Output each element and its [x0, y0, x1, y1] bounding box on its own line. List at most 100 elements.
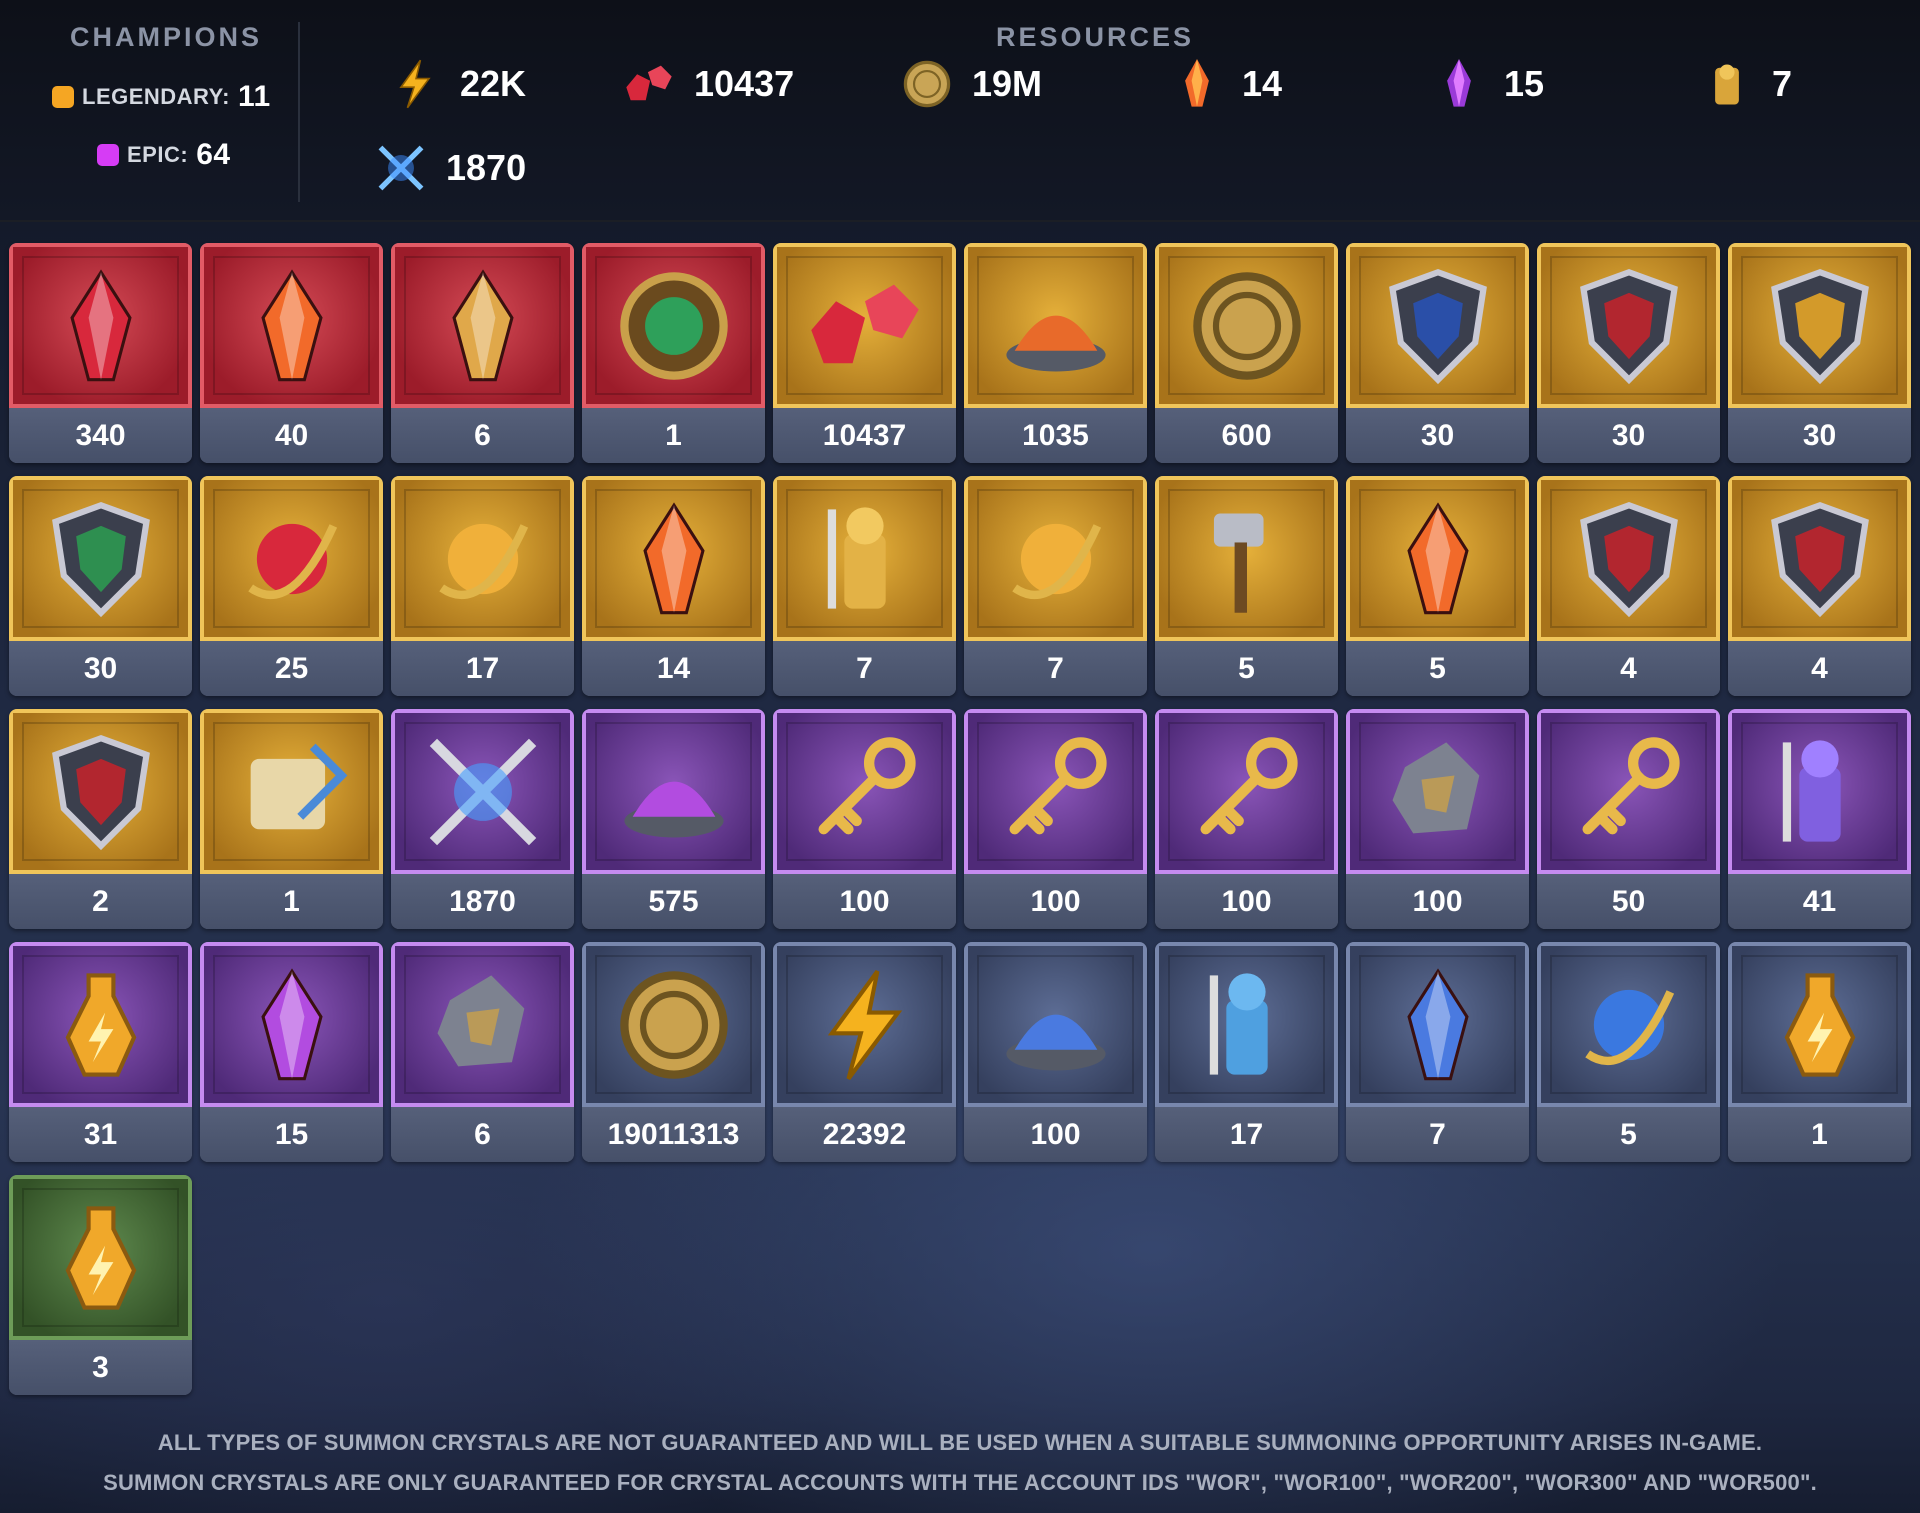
tile-count: 1 — [200, 874, 383, 929]
tile-artwork — [1537, 476, 1720, 641]
tile-count: 340 — [9, 408, 192, 463]
inventory-tile: 17 — [1155, 942, 1338, 1162]
tile-artwork — [391, 942, 574, 1107]
tile-count: 17 — [391, 641, 574, 696]
tile-artwork — [391, 476, 574, 641]
inventory-tile: 7 — [964, 476, 1147, 696]
blue-dust-icon — [1005, 1014, 1106, 1070]
tile-count: 41 — [1728, 874, 1911, 929]
tile-artwork — [773, 942, 956, 1107]
rune-stone-icon — [437, 974, 524, 1066]
purple-knight-icon — [1782, 739, 1841, 842]
header-divider — [298, 22, 300, 202]
tile-count: 30 — [9, 641, 192, 696]
sword-crest-icon — [51, 734, 150, 850]
epic-count-row: EPIC: 64 — [97, 138, 231, 172]
inventory-tile: 4 — [1537, 476, 1720, 696]
tile-artwork — [9, 243, 192, 408]
tile-artwork — [1155, 709, 1338, 874]
tile-count: 4 — [1728, 641, 1911, 696]
resource-arena-token-value: 1870 — [446, 147, 527, 188]
tile-count: 14 — [582, 641, 765, 696]
inventory-tile: 575 — [582, 709, 765, 929]
tile-artwork — [1346, 942, 1529, 1107]
gems-icon — [810, 284, 919, 363]
tile-artwork — [964, 476, 1147, 641]
blue-gem-ornament-icon — [1584, 989, 1674, 1065]
resource-silver-value: 19M — [972, 63, 1043, 104]
inventory-tile: 5 — [1155, 476, 1338, 696]
inventory-tile: 1870 — [391, 709, 574, 929]
triangle-key-icon — [1009, 736, 1107, 834]
inventory-tile: 1 — [1728, 942, 1911, 1162]
dust-pile-icon — [1005, 315, 1106, 371]
tile-count: 31 — [9, 1107, 192, 1162]
inventory-tile: 3 — [9, 1175, 192, 1395]
tile-artwork — [1728, 942, 1911, 1107]
tile-count: 50 — [1537, 874, 1720, 929]
inventory-tile: 7 — [1346, 942, 1529, 1162]
inventory-tile: 41 — [1728, 709, 1911, 929]
inventory-tile: 2 — [9, 709, 192, 929]
disclaimer-line-1: ALL TYPES OF SUMMON CRYSTALS ARE NOT GUA… — [157, 1430, 1763, 1455]
resource-gems-value: 10437 — [694, 63, 795, 104]
inventory-tile: 19011313 — [582, 942, 765, 1162]
inventory-tile: 50 — [1537, 709, 1720, 929]
inventory-tile: 10437 — [773, 243, 956, 463]
tile-artwork — [1728, 243, 1911, 408]
inventory-tile: 100 — [1346, 709, 1529, 929]
tile-count: 100 — [773, 874, 956, 929]
ore-chunk-icon — [1392, 741, 1479, 833]
tile-count: 6 — [391, 408, 574, 463]
tile-artwork — [9, 942, 192, 1107]
resource-energy: 22K — [388, 56, 526, 112]
chameleon-token-icon — [619, 271, 728, 380]
tile-count: 10437 — [773, 408, 956, 463]
resource-silver: 19M — [900, 56, 1042, 112]
tile-artwork — [1346, 476, 1529, 641]
tile-count: 40 — [200, 408, 383, 463]
sacred-shard-icon — [1185, 59, 1209, 107]
blue-crystal-icon — [1406, 967, 1469, 1080]
ruby-key-icon — [1582, 736, 1680, 834]
tile-artwork — [200, 476, 383, 641]
tile-count: 600 — [1155, 408, 1338, 463]
circle-key-icon — [1200, 736, 1298, 834]
tile-artwork — [200, 942, 383, 1107]
tile-artwork — [1346, 709, 1529, 874]
legendary-count-row: LEGENDARY: 11 — [52, 80, 271, 114]
tile-artwork — [582, 476, 765, 641]
disclaimer-line-2: SUMMON CRYSTALS ARE ONLY GUARANTEED FOR … — [103, 1470, 1817, 1495]
inventory-tile: 100 — [773, 709, 956, 929]
tile-count: 15 — [200, 1107, 383, 1162]
inventory-tile: 15 — [200, 942, 383, 1162]
tile-artwork — [582, 942, 765, 1107]
inventory-tile: 31 — [9, 942, 192, 1162]
ruby-gems-icon — [626, 65, 672, 101]
tile-count: 3 — [9, 1340, 192, 1395]
resource-gems: 10437 — [622, 56, 794, 112]
tile-artwork — [1728, 709, 1911, 874]
inventory-tile: 30 — [1346, 243, 1529, 463]
tile-artwork — [582, 243, 765, 408]
energy-bolt-icon — [827, 969, 902, 1080]
diamond-key-icon — [818, 736, 916, 834]
resource-sacred-shard: 14 — [1170, 56, 1282, 112]
tile-count: 1035 — [964, 408, 1147, 463]
tile-count: 1 — [582, 408, 765, 463]
inventory-tile: 5 — [1346, 476, 1529, 696]
inventory-tile: 1 — [200, 709, 383, 929]
tile-artwork — [773, 243, 956, 408]
tile-count: 6 — [391, 1107, 574, 1162]
resource-gold-champion-value: 7 — [1772, 63, 1793, 104]
tile-count: 7 — [1346, 1107, 1529, 1162]
inventory-tile: 6 — [391, 243, 574, 463]
tile-count: 100 — [964, 1107, 1147, 1162]
tile-artwork — [9, 1175, 192, 1340]
primal-shard-icon — [642, 501, 705, 614]
small-potion-icon — [65, 1205, 136, 1310]
hammer-icon — [1213, 513, 1264, 613]
resource-void-shard-value: 15 — [1504, 63, 1545, 104]
resource-sacred-shard-value: 14 — [1242, 63, 1283, 104]
inventory-tile: 100 — [1155, 709, 1338, 929]
